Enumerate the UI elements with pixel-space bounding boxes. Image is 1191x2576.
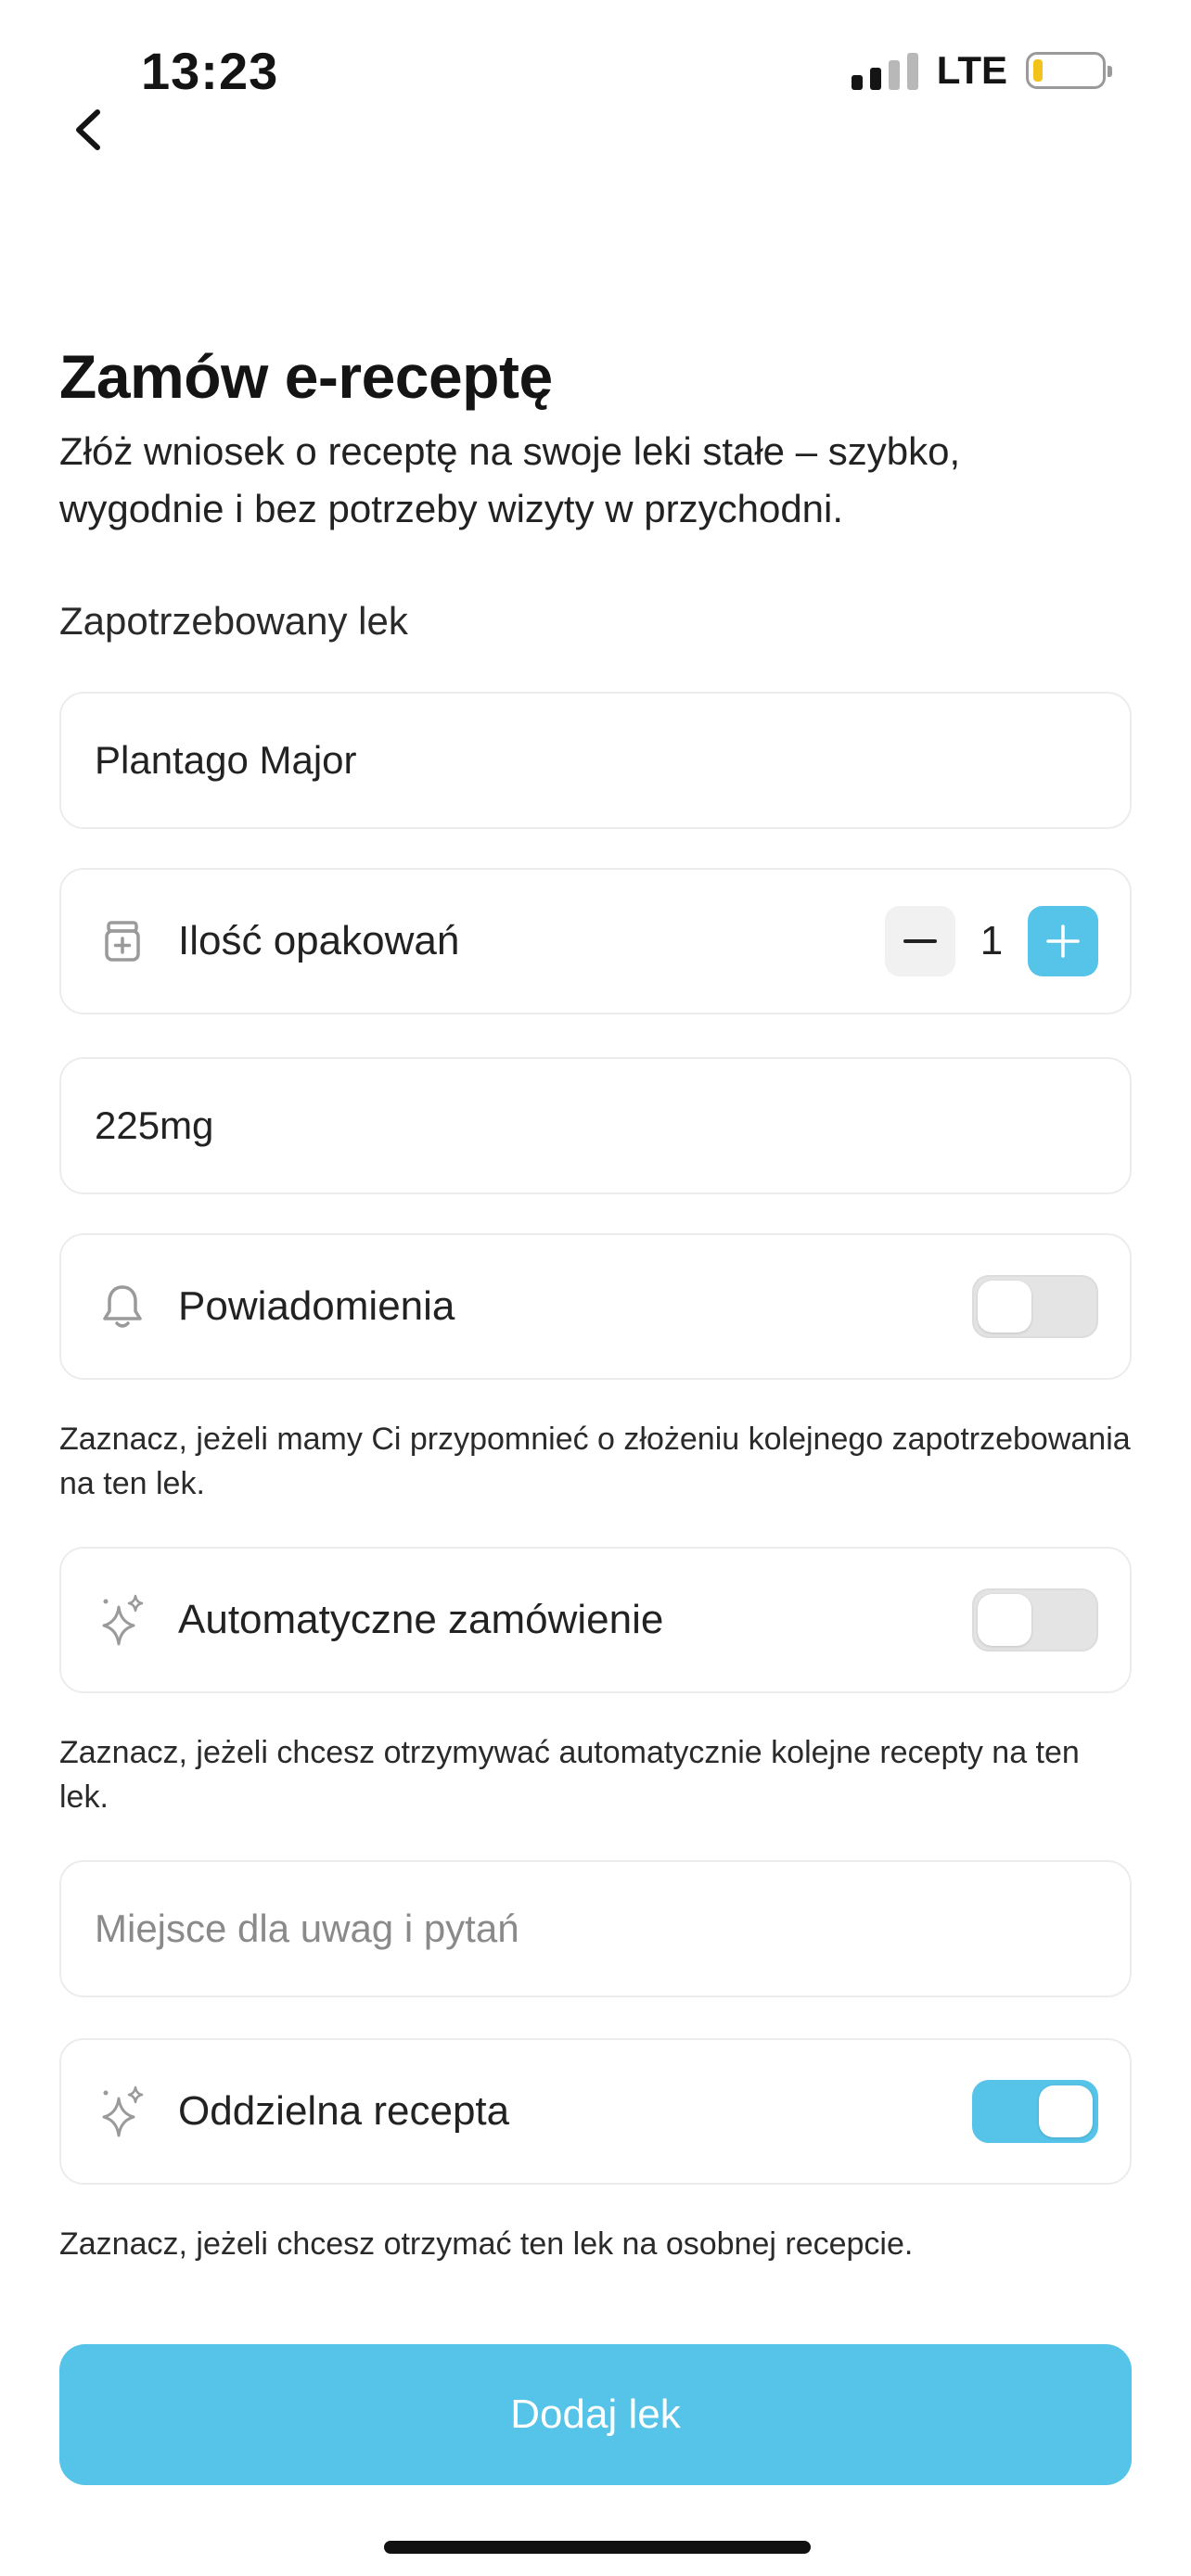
dosage-value: 225mg bbox=[95, 1103, 214, 1147]
toggle-knob bbox=[1039, 2085, 1093, 2137]
bell-icon bbox=[98, 1282, 147, 1331]
battery-icon bbox=[1026, 52, 1112, 89]
status-indicators: LTE bbox=[851, 48, 1112, 93]
notes-field[interactable]: Miejsce dla uwag i pytań bbox=[59, 1860, 1132, 1997]
network-label: LTE bbox=[936, 48, 1007, 92]
sparkle-icon bbox=[98, 2085, 147, 2137]
notifications-hint: Zaznacz, jeżeli mamy Ci przypomnieć o zł… bbox=[59, 1422, 1131, 1501]
notifications-toggle[interactable] bbox=[972, 1275, 1098, 1338]
notifications-row: Powiadomienia bbox=[59, 1233, 1132, 1380]
toggle-knob bbox=[978, 1594, 1031, 1646]
auto-order-label: Automatyczne zamówienie bbox=[178, 1597, 664, 1642]
back-button[interactable] bbox=[59, 93, 115, 167]
sparkle-icon bbox=[98, 1594, 147, 1646]
quantity-stepper: 1 bbox=[885, 906, 1098, 976]
chevron-left-icon bbox=[76, 109, 100, 150]
separate-prescription-toggle[interactable] bbox=[972, 2080, 1098, 2143]
packages-label: Ilość opakowań bbox=[178, 918, 460, 963]
auto-order-row: Automatyczne zamówienie bbox=[59, 1547, 1132, 1693]
page-title: Zamów e-receptę bbox=[59, 342, 553, 411]
medicine-name-value: Plantago Major bbox=[95, 738, 357, 782]
increment-button[interactable] bbox=[1028, 906, 1098, 976]
quantity-value: 1 bbox=[980, 918, 1004, 963]
minus-icon bbox=[903, 939, 937, 943]
status-time: 13:23 bbox=[141, 42, 279, 100]
section-label: Zapotrzebowany lek bbox=[59, 599, 408, 643]
page-subtitle: Złóż wniosek o receptę na swoje leki sta… bbox=[59, 429, 961, 530]
medicine-name-field[interactable]: Plantago Major bbox=[59, 692, 1132, 829]
home-indicator[interactable] bbox=[384, 2541, 811, 2554]
add-medicine-button[interactable]: Dodaj lek bbox=[59, 2344, 1132, 2485]
auto-order-toggle[interactable] bbox=[972, 1588, 1098, 1651]
separate-prescription-row: Oddzielna recepta bbox=[59, 2038, 1132, 2185]
toggle-knob bbox=[978, 1281, 1031, 1333]
signal-icon bbox=[851, 51, 918, 90]
packages-row: Ilość opakowań 1 bbox=[59, 868, 1132, 1014]
notes-placeholder: Miejsce dla uwag i pytań bbox=[95, 1906, 519, 1950]
notifications-label: Powiadomienia bbox=[178, 1283, 455, 1329]
plus-icon bbox=[1046, 925, 1080, 958]
separate-prescription-hint: Zaznacz, jeżeli chcesz otrzymać ten lek … bbox=[59, 2226, 914, 2262]
auto-order-hint: Zaznacz, jeżeli chcesz otrzymywać automa… bbox=[59, 1735, 1080, 1815]
decrement-button[interactable] bbox=[885, 906, 955, 976]
medicine-jar-icon bbox=[98, 917, 147, 965]
screen: 13:23 LTE Zamów e-receptę Złóż wniosek o… bbox=[0, 0, 1191, 2576]
dosage-field[interactable]: 225mg bbox=[59, 1057, 1132, 1194]
separate-prescription-label: Oddzielna recepta bbox=[178, 2088, 510, 2134]
